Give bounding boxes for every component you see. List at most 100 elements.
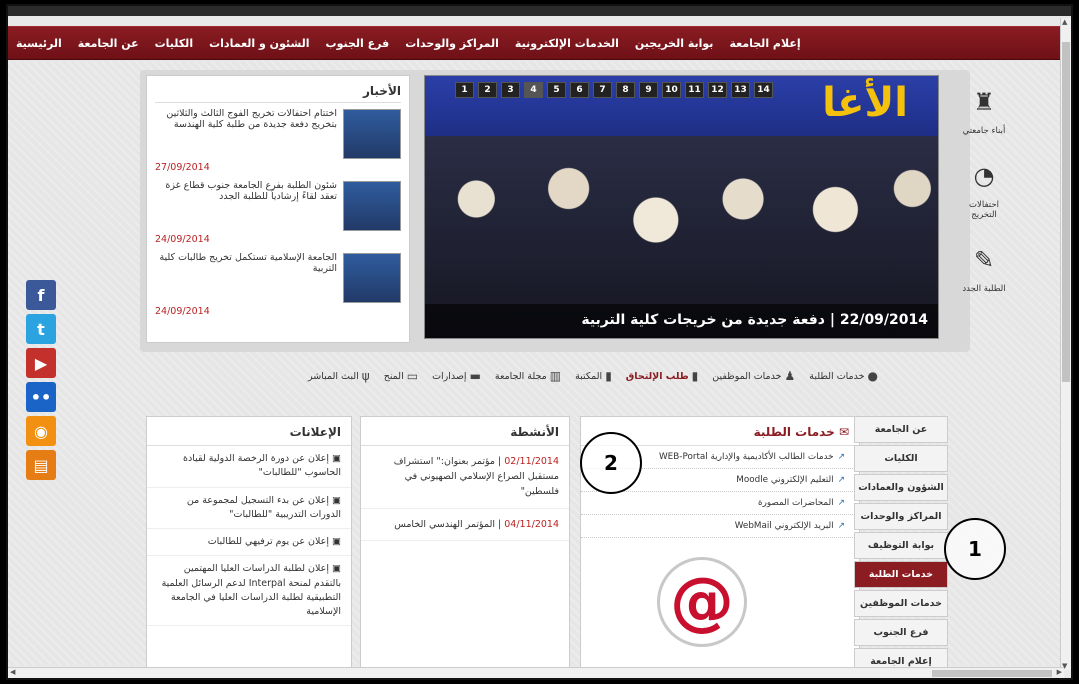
nav-item[interactable]: إعلام الجامعة <box>721 37 808 50</box>
scroll-up-icon[interactable]: ▲ <box>1062 18 1067 26</box>
horizontal-scrollbar[interactable]: ◀ ▶ <box>8 667 1064 678</box>
slider-page-button[interactable]: 6 <box>570 82 589 98</box>
news-thumbnail[interactable] <box>343 253 401 303</box>
slider-page-button[interactable]: 14 <box>754 82 773 98</box>
news-item[interactable]: اختتام احتفالات تخريج الفوج الثالث والثل… <box>155 108 401 177</box>
slider-page-button[interactable]: 8 <box>616 82 635 98</box>
news-headline[interactable]: شئون الطلبة بفرع الجامعة جنوب قطاع غزة ت… <box>155 180 343 203</box>
side-menu-item[interactable]: بوابة التوظيف <box>854 532 948 559</box>
slider-page-button[interactable]: 10 <box>662 82 681 98</box>
announcements-panel: الإعلانات ▣ إعلان عن دورة الرخصة الدولية… <box>146 416 352 670</box>
side-menu-item[interactable]: عن الجامعة <box>854 416 948 443</box>
news-item[interactable]: شئون الطلبة بفرع الجامعة جنوب قطاع غزة ت… <box>155 180 401 249</box>
quick-link[interactable]: ● خدمات الطلبة <box>809 369 878 383</box>
side-menu-item[interactable]: الشؤون والعمادات <box>854 474 948 501</box>
nav-item[interactable]: الكليات <box>147 37 201 50</box>
vertical-scrollbar[interactable]: ▲ ▼ <box>1060 18 1071 670</box>
slider-page-button[interactable]: 13 <box>731 82 750 98</box>
quick-link-label: خدمات الطلبة <box>809 370 865 382</box>
news-thumbnail[interactable] <box>343 109 401 159</box>
side-menu-item[interactable]: الكليات <box>854 445 948 472</box>
nav-item[interactable]: الرئيسية <box>8 37 70 50</box>
nav-item[interactable]: المراكز والوحدات <box>397 37 507 50</box>
quick-link[interactable]: ▭ المنح <box>384 369 418 383</box>
twitter-icon[interactable]: t <box>26 314 56 344</box>
side-menu-item[interactable]: فرع الجنوب <box>854 619 948 646</box>
slider-page-button[interactable]: 11 <box>685 82 704 98</box>
scroll-right-icon[interactable]: ▶ <box>1057 668 1062 676</box>
side-menu-item[interactable]: المراكز والوحدات <box>854 503 948 530</box>
side-shortcut-label: احتفالات التخريج <box>969 200 999 220</box>
announcements-title: الإعلانات <box>147 417 351 446</box>
activity-item[interactable]: 02/11/2014 | مؤتمر بعنوان:" استشراف مستق… <box>361 446 569 509</box>
flickr-icon[interactable]: •• <box>26 382 56 412</box>
quick-link[interactable]: ▬ إصدارات <box>432 369 481 383</box>
hscroll-thumb[interactable] <box>932 670 1052 677</box>
external-link-icon: ↗ <box>837 498 845 508</box>
nav-item[interactable]: الخدمات الإلكترونية <box>507 37 627 50</box>
document-icon: ▮ <box>605 369 612 383</box>
news-headline[interactable]: الجامعة الإسلامية تستكمل تخريج طالبات كل… <box>155 252 343 275</box>
announcement-item[interactable]: ▣ إعلان لطلبة الدراسات العليا المهتمين ب… <box>147 556 351 627</box>
service-label: التعليم الإلكتروني Moodle <box>736 475 834 485</box>
slider-page-button[interactable]: 9 <box>639 82 658 98</box>
side-menu-item[interactable]: خدمات الطلبة <box>854 561 948 588</box>
nav-item[interactable]: عن الجامعة <box>70 37 147 50</box>
graduation-cap-icon: ◔ <box>973 162 995 190</box>
scroll-left-icon[interactable]: ◀ <box>10 668 15 676</box>
activity-date: 04/11/2014 <box>504 518 559 530</box>
service-link[interactable]: ↗البريد الإلكتروني WebMail <box>581 515 859 538</box>
slider-page-button[interactable]: 1 <box>455 82 474 98</box>
slider-caption[interactable]: 22/09/2014 | دفعة جديدة من خريجات كلية ا… <box>425 304 938 338</box>
slider-page-button[interactable]: 12 <box>708 82 727 98</box>
news-thumbnail[interactable] <box>343 181 401 231</box>
quick-link-label: طلب الإلتحاق <box>625 370 689 382</box>
document-icon: ▣ <box>329 536 341 547</box>
image-slider[interactable]: الأغا 1 2 3 4 5 6 7 8 9 10 11 12 13 14 22/09/2014 | د… <box>424 75 939 339</box>
quick-link[interactable]: ψ البث المباشر <box>308 369 370 383</box>
service-link[interactable]: ↗المحاضرات المصورة <box>581 492 859 515</box>
side-menu-item[interactable]: خدمات الموظفين <box>854 590 948 617</box>
activity-item[interactable]: 04/11/2014 | المؤتمر الهندسي الخامس <box>361 509 569 541</box>
envelope-icon: ▭ <box>406 369 419 383</box>
slider-page-button[interactable]: 5 <box>547 82 566 98</box>
side-shortcut[interactable]: ✎ الطلبة الجدد <box>956 238 1012 294</box>
announcement-item[interactable]: ▣ إعلان عن بدء التسجيل لمجموعة من الدورا… <box>147 488 351 529</box>
facebook-icon[interactable]: f <box>26 280 56 310</box>
document-icon: ▣ <box>329 563 341 575</box>
news-headline[interactable]: اختتام احتفالات تخريج الفوج الثالث والثل… <box>155 108 343 131</box>
news-title: الأخبار <box>155 84 401 103</box>
browser-frame: الرئيسية عن الجامعة الكليات الشئون و العماد… <box>6 4 1073 680</box>
rss-icon[interactable]: ◉ <box>26 416 56 446</box>
folder-icon[interactable]: ▤ <box>26 450 56 480</box>
announcement-text: إعلان لطلبة الدراسات العليا المهتمين بال… <box>161 563 341 617</box>
youtube-icon[interactable]: ▶ <box>26 348 56 378</box>
news-date: 24/09/2014 <box>155 234 210 245</box>
separator: | <box>494 518 505 530</box>
nav-item[interactable]: الشئون و العمادات <box>201 37 317 50</box>
announcement-item[interactable]: ▣ إعلان عن يوم ترفيهي للطالبات <box>147 529 351 557</box>
announcement-item[interactable]: ▣ إعلان عن دورة الرخصة الدولية لقيادة ال… <box>147 446 351 488</box>
scroll-thumb[interactable] <box>1062 42 1070 382</box>
quick-link[interactable]: ▥ مجلة الجامعة <box>495 369 561 383</box>
slider-page-button[interactable]: 7 <box>593 82 612 98</box>
slider-page-button[interactable]: 3 <box>501 82 520 98</box>
quick-links: ● خدمات الطلبة ♟ خدمات الموظفين ▮ طلب الإلتحا… <box>258 364 878 388</box>
slider-page-button[interactable]: 4 <box>524 82 543 98</box>
graduate-icon: ♜ <box>973 88 995 116</box>
slider-page-button[interactable]: 2 <box>478 82 497 98</box>
nav-item[interactable]: فرع الجنوب <box>318 37 398 50</box>
news-date: 27/09/2014 <box>155 162 210 173</box>
new-students-icon: ✎ <box>973 246 995 274</box>
quick-link[interactable]: ▮ المكتبة <box>575 369 612 383</box>
nav-item[interactable]: بوابة الخريجين <box>627 37 722 50</box>
service-label: خدمات الطالب الأكاديمية والإدارية WEB-Po… <box>658 452 834 462</box>
quick-link[interactable]: ▮ طلب الإلتحاق <box>626 369 698 383</box>
news-item[interactable]: الجامعة الإسلامية تستكمل تخريج طالبات كل… <box>155 252 401 321</box>
quick-link[interactable]: ♟ خدمات الموظفين <box>712 369 795 383</box>
slider-banner-text: الأغا <box>822 80 908 126</box>
side-shortcut[interactable]: ♜ أبناء جامعتي <box>956 80 1012 136</box>
student-icon: ● <box>867 369 878 383</box>
side-shortcut[interactable]: ◔ احتفالات التخريج <box>956 154 1012 220</box>
announcement-text: إعلان عن بدء التسجيل لمجموعة من الدورات … <box>186 494 341 520</box>
